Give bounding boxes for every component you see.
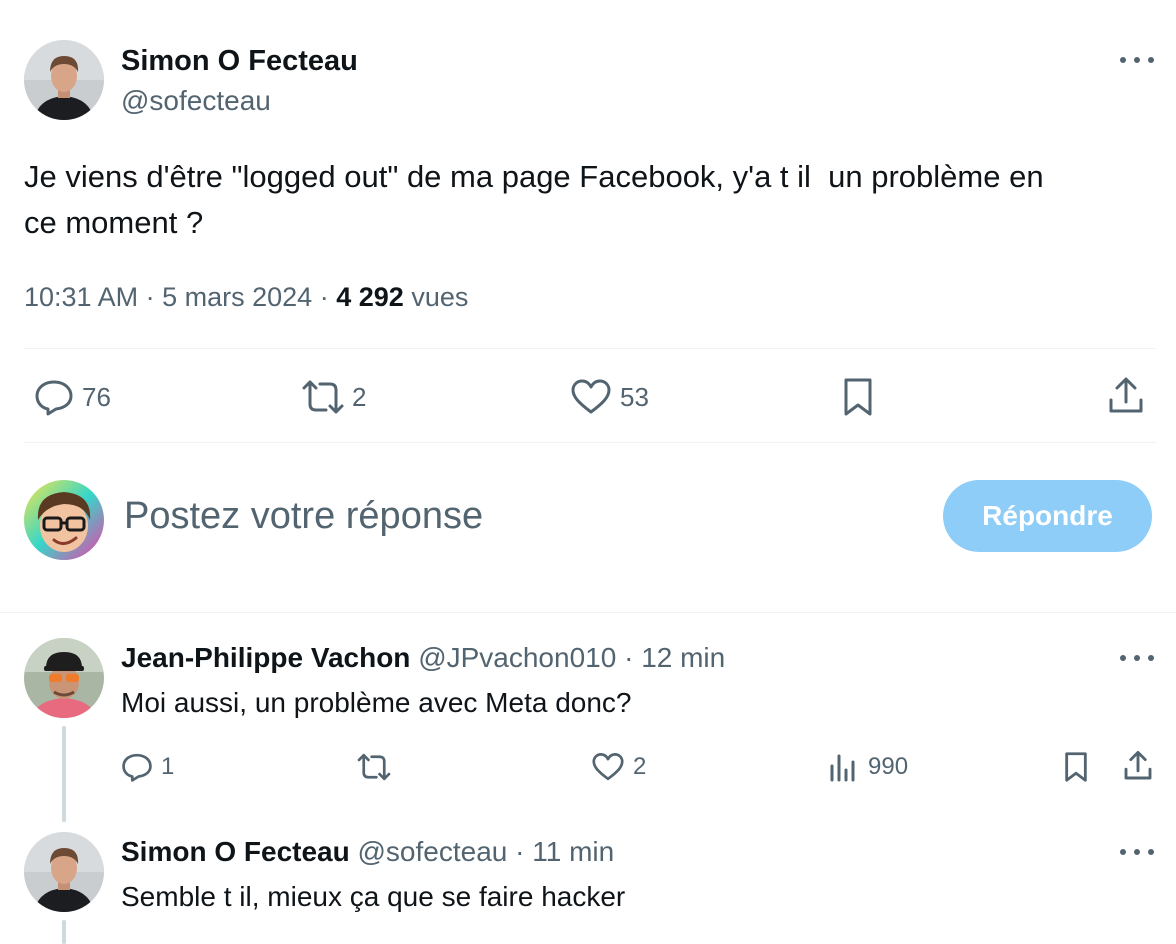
tweet-text-line-1: Je viens d'être "logged out" de ma page …: [24, 159, 1044, 194]
reply-time[interactable]: 12 min: [641, 642, 725, 673]
views-count: 4 292: [336, 282, 404, 312]
user-avatar[interactable]: [24, 480, 104, 560]
section-divider: [0, 612, 1176, 613]
tweet-date[interactable]: 5 mars 2024: [162, 282, 312, 312]
thread-line: [62, 726, 66, 822]
tweet-text-line-2: ce moment ?: [24, 205, 204, 240]
like-icon: [592, 753, 624, 781]
tweet-meta: 10:31 AM · 5 mars 2024 · 4 292 vues: [24, 281, 468, 313]
like-button[interactable]: 2: [591, 752, 646, 782]
reply-author-name[interactable]: Jean-Philippe Vachon: [121, 642, 410, 673]
reply-button[interactable]: 1: [121, 752, 174, 782]
divider: [24, 442, 1156, 443]
reply-text: Moi aussi, un problème avec Meta donc?: [121, 687, 632, 718]
retweet-count: 2: [352, 381, 367, 412]
reply-count: 76: [82, 381, 111, 412]
meta-separator: ·: [515, 836, 525, 867]
views-icon: [830, 754, 855, 782]
reply-header: Jean-Philippe Vachon @JPvachon010 · 12 m…: [121, 642, 725, 674]
divider: [24, 348, 1156, 349]
share-icon: [1124, 750, 1152, 780]
views-button[interactable]: 990: [828, 752, 908, 782]
reply-author-name[interactable]: Simon O Fecteau: [121, 836, 350, 867]
meta-separator: ·: [624, 642, 634, 673]
reply-button[interactable]: 76: [34, 378, 111, 416]
share-button[interactable]: [1106, 376, 1146, 416]
reply-author-handle[interactable]: @JPvachon010: [418, 642, 616, 673]
bookmark-icon: [844, 378, 872, 416]
more-icon[interactable]: [1120, 54, 1154, 66]
reply-composer-input[interactable]: Postez votre réponse: [124, 494, 884, 538]
like-count: 2: [633, 753, 647, 780]
meta-separator: ·: [319, 282, 329, 312]
meta-separator: ·: [145, 282, 155, 312]
author-handle[interactable]: @sofecteau: [121, 85, 271, 117]
reply-time[interactable]: 11 min: [532, 836, 614, 867]
bookmark-button[interactable]: [1062, 750, 1090, 784]
more-icon[interactable]: [1120, 652, 1154, 664]
retweet-button[interactable]: 2: [300, 378, 366, 416]
reply-author-handle[interactable]: @sofecteau: [358, 836, 508, 867]
reply-header: Simon O Fecteau @sofecteau · 11 min: [121, 836, 614, 868]
like-icon: [571, 379, 611, 414]
retweet-icon: [302, 380, 344, 414]
tweet-time[interactable]: 10:31 AM: [24, 282, 138, 312]
reply-icon: [122, 753, 152, 782]
views-count: 990: [868, 753, 909, 780]
reply-author-avatar[interactable]: [24, 832, 104, 912]
reply-icon: [35, 380, 73, 416]
tweet-text: Je viens d'être "logged out" de ma page …: [24, 154, 1044, 246]
reply-submit-button[interactable]: Répondre: [943, 480, 1152, 552]
reply-submit-label: Répondre: [982, 500, 1113, 531]
share-icon: [1109, 377, 1143, 413]
more-icon[interactable]: [1120, 846, 1154, 858]
reply-count: 1: [161, 753, 175, 780]
retweet-button[interactable]: [355, 752, 393, 782]
bookmark-button[interactable]: [840, 377, 876, 417]
thread-line: [62, 920, 66, 944]
like-count: 53: [620, 381, 649, 412]
author-name[interactable]: Simon O Fecteau: [121, 45, 358, 77]
reply-author-avatar[interactable]: [24, 638, 104, 718]
bookmark-icon: [1065, 752, 1087, 782]
share-button[interactable]: [1122, 750, 1154, 782]
like-button[interactable]: 53: [570, 378, 649, 416]
reply-text: Semble t il, mieux ça que se faire hacke…: [121, 881, 626, 912]
views-label: vues: [411, 282, 469, 312]
retweet-icon: [357, 753, 391, 781]
author-avatar[interactable]: [24, 40, 104, 120]
